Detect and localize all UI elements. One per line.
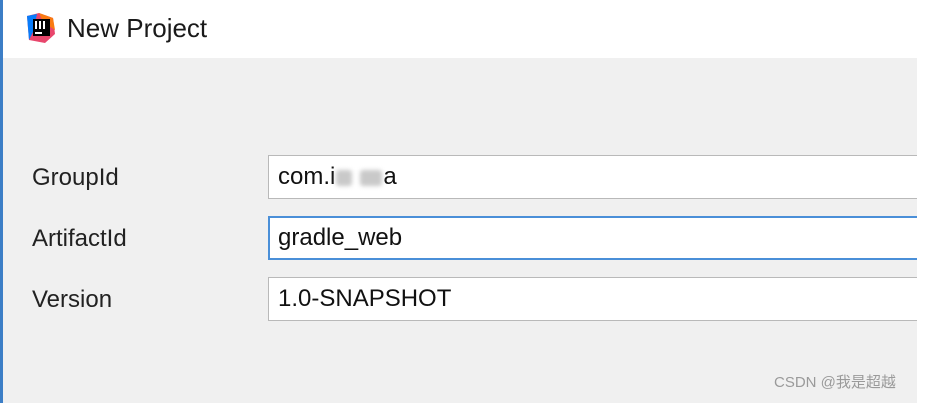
artifact-id-field[interactable]: gradle_web: [268, 216, 925, 260]
group-id-value-suffix: a: [383, 163, 397, 190]
redacted-text: [336, 169, 353, 186]
artifact-id-label: ArtifactId: [32, 225, 127, 252]
watermark-text: CSDN @我是超越: [774, 374, 896, 391]
window-edge: [917, 58, 925, 403]
group-id-value-prefix: com.i: [278, 163, 336, 190]
redacted-text: [360, 169, 383, 186]
group-id-label: GroupId: [32, 164, 119, 191]
title-bar: New Project: [3, 0, 925, 58]
project-form: GroupId com.i a ArtifactId gradle_web Ver…: [3, 58, 925, 403]
group-id-field[interactable]: com.i a: [268, 155, 925, 199]
version-field[interactable]: 1.0-SNAPSHOT: [268, 277, 925, 321]
version-row: Version 1.0-SNAPSHOT: [3, 277, 925, 323]
artifact-id-row: ArtifactId gradle_web: [3, 216, 925, 262]
intellij-idea-icon: [25, 12, 57, 44]
new-project-dialog: New Project GroupId com.i a ArtifactId gr…: [0, 0, 925, 403]
group-id-row: GroupId com.i a: [3, 155, 925, 201]
version-label: Version: [32, 286, 113, 313]
window-title: New Project: [67, 13, 208, 43]
